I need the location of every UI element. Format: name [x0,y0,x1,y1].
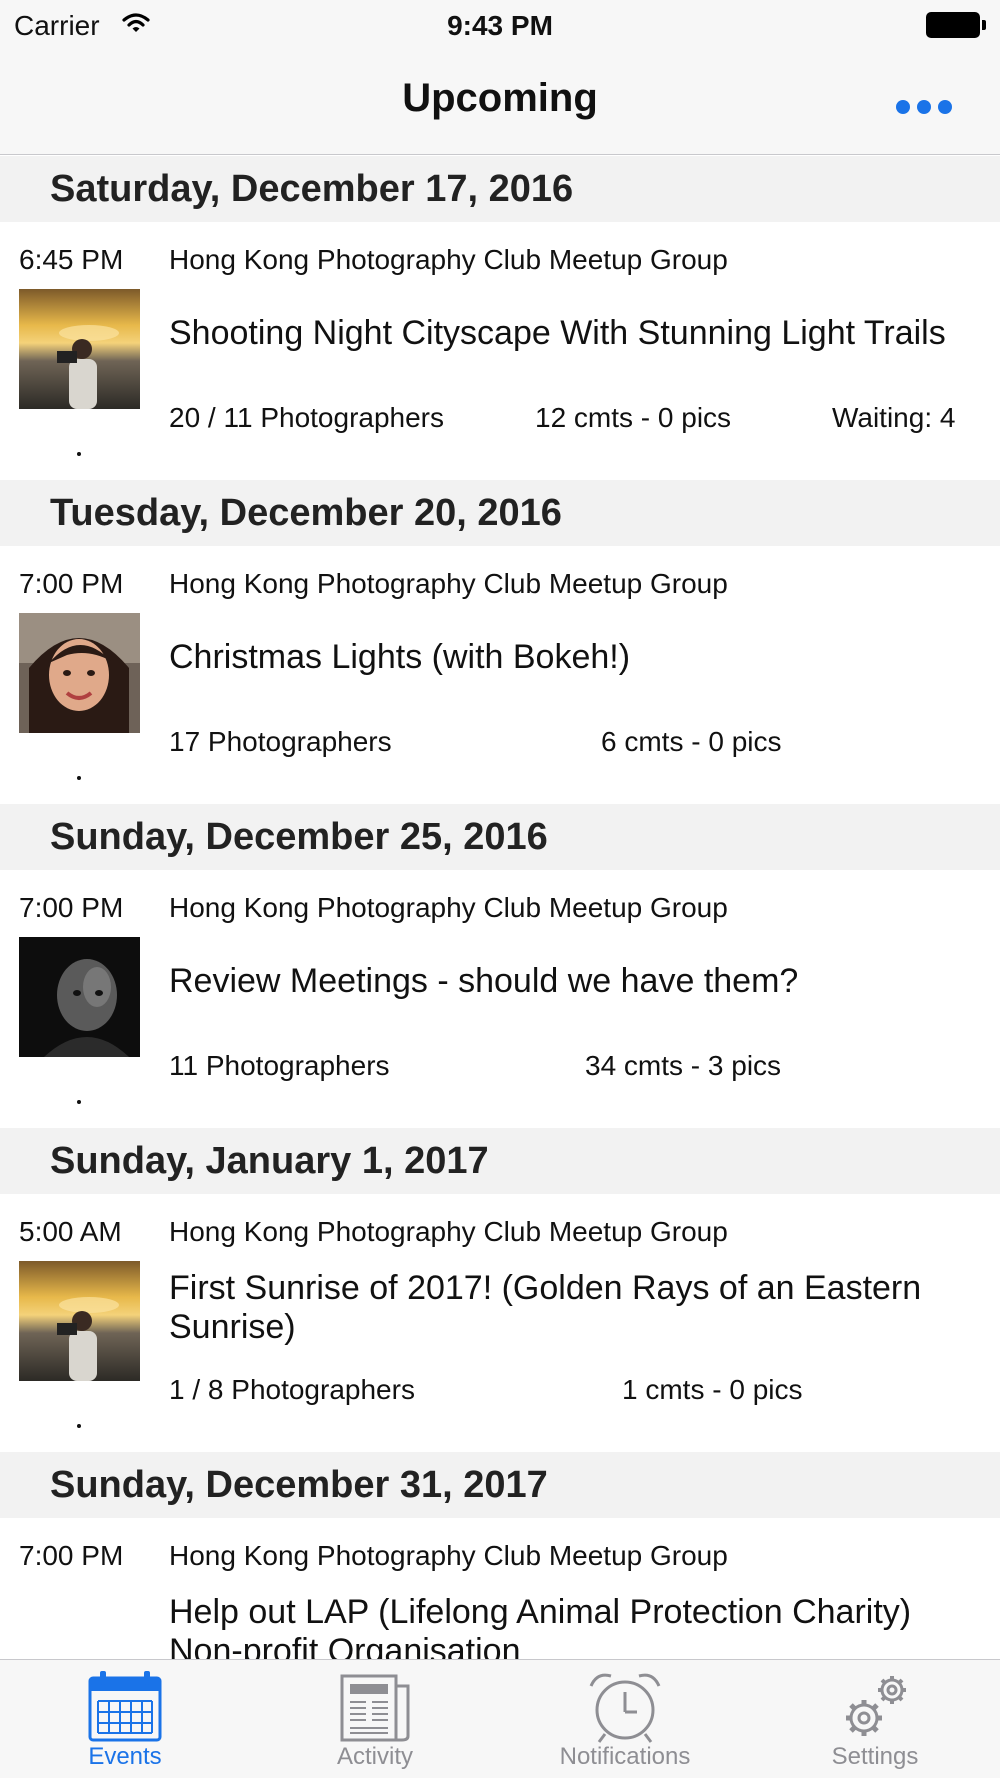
page-title: Upcoming [402,76,598,120]
organizer-avatar [19,289,140,409]
event-title: Help out LAP (Lifelong Animal Protection… [169,1593,912,1659]
event-group: Hong Kong Photography Club Meetup Group [169,892,728,923]
tab-label: Activity [336,1743,413,1770]
status-time: 9:43 PM [447,10,553,41]
events-list[interactable]: Saturday, December 17, 2016 6:45 PM Hong… [0,156,1000,1659]
event-group: Hong Kong Photography Club Meetup Group [169,568,728,599]
battery-icon [926,12,986,38]
tab-label: Events [88,1743,162,1770]
day-header: Saturday, December 17, 2016 [0,156,1000,222]
event-title: Shooting Night Cityscape With Stunning L… [169,314,946,352]
organizer-avatar [19,937,140,1057]
tab-label: Settings [831,1743,919,1770]
row-indicator-dot [77,1100,81,1104]
event-group: Hong Kong Photography Club Meetup Group [169,244,728,275]
event-row[interactable]: 7:00 PM Hong Kong Photography Club Meetu… [0,1518,1000,1659]
event-row[interactable]: 7:00 PM Hong Kong Photography Club Meetu… [0,870,1000,1128]
event-photographers: 17 Photographers [169,726,392,757]
gears-icon [838,1670,912,1749]
tab-bar: Events Activity Notifications Settings [0,1659,1000,1778]
ellipsis-icon [896,100,910,114]
row-indicator-dot [77,776,81,780]
tab-settings[interactable]: Settings [750,1660,1000,1778]
status-bar: Carrier 9:43 PM [0,0,1000,50]
event-waiting: Waiting: 4 [832,402,956,433]
event-time: 5:00 AM [19,1216,122,1247]
event-title: Christmas Lights (with Bokeh!) [169,638,631,676]
event-group: Hong Kong Photography Club Meetup Group [169,1540,728,1571]
event-photographers: 1 / 8 Photographers [169,1374,415,1405]
event-title: Review Meetings - should we have them? [169,962,799,1000]
day-header: Sunday, December 31, 2017 [0,1452,1000,1518]
event-photographers: 20 / 11 Photographers [169,402,445,433]
event-comments: 1 cmts - 0 pics [622,1374,803,1405]
event-comments: 12 cmts - 0 pics [535,402,732,433]
organizer-avatar [19,613,140,733]
tab-label: Notifications [559,1743,691,1770]
alarm-clock-icon [587,1670,663,1749]
calendar-icon [88,1670,162,1749]
event-comments: 6 cmts - 0 pics [601,726,782,757]
tab-activity[interactable]: Activity [250,1660,500,1778]
tab-notifications[interactable]: Notifications [500,1660,750,1778]
day-header: Tuesday, December 20, 2016 [0,480,1000,546]
event-title: First Sunrise of 2017! (Golden Rays of a… [169,1269,922,1346]
event-row[interactable]: 7:00 PM Hong Kong Photography Club Meetu… [0,546,1000,804]
event-time: 6:45 PM [19,244,124,275]
event-photographers: 11 Photographers [169,1050,390,1081]
event-row[interactable]: 5:00 AM Hong Kong Photography Club Meetu… [0,1194,1000,1452]
event-comments: 34 cmts - 3 pics [585,1050,782,1081]
newspaper-icon [338,1670,412,1749]
event-time: 7:00 PM [19,892,124,923]
navigation-bar: Upcoming [0,50,1000,155]
more-options-button[interactable] [896,95,952,119]
event-time: 7:00 PM [19,568,124,599]
tab-events[interactable]: Events [0,1660,250,1778]
day-header: Sunday, January 1, 2017 [0,1128,1000,1194]
organizer-avatar [19,1261,140,1381]
event-group: Hong Kong Photography Club Meetup Group [169,1216,728,1247]
row-indicator-dot [77,1424,81,1428]
row-indicator-dot [77,452,81,456]
day-header: Sunday, December 25, 2016 [0,804,1000,870]
event-row[interactable]: 6:45 PM Hong Kong Photography Club Meetu… [0,222,1000,480]
event-time: 7:00 PM [19,1540,124,1571]
